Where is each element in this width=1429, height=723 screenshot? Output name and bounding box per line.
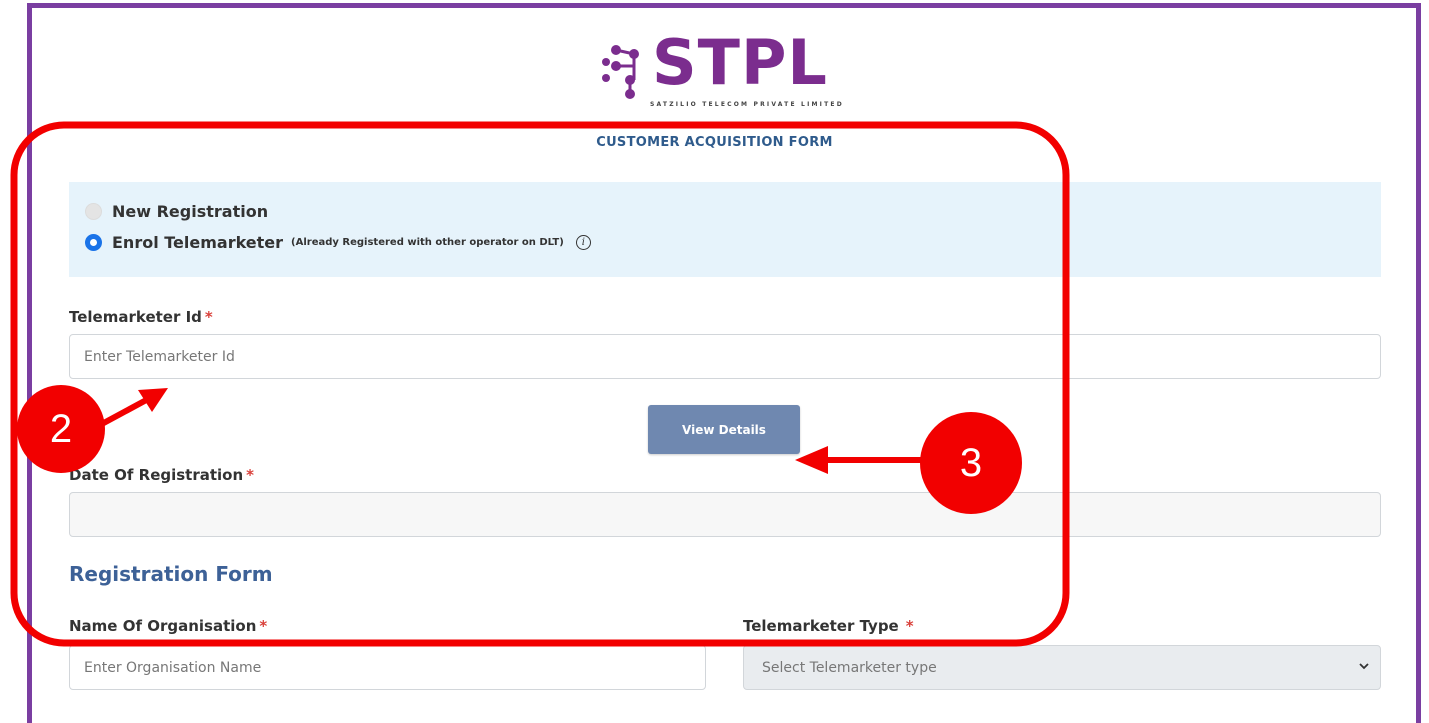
telemarketer-id-placeholder: Enter Telemarketer Id [84,348,235,365]
company-logo: STPL SATZILIO TELECOM PRIVATE LIMITED [600,28,850,108]
required-marker: * [204,308,213,326]
telemarketer-type-selected: Select Telemarketer type [762,659,937,676]
required-marker: * [905,617,914,635]
organisation-name-placeholder: Enter Organisation Name [84,659,262,676]
radio-note: (Already Registered with other operator … [291,237,564,248]
required-marker: * [246,466,255,484]
date-of-registration-label: Date Of Registration * [69,466,254,484]
required-marker: * [259,617,268,635]
registration-form-heading: Registration Form [69,562,273,586]
info-icon[interactable]: i [575,235,591,250]
organisation-name-label-text: Name Of Organisation [69,617,257,635]
annotation-badge-2: 2 [17,385,105,473]
telemarketer-id-label-text: Telemarketer Id [69,308,202,326]
radio-label-new-registration: New Registration [112,202,269,221]
telemarketer-id-input[interactable]: Enter Telemarketer Id [69,334,1381,379]
view-details-button[interactable]: View Details [648,405,800,454]
telemarketer-type-label: Telemarketer Type * [743,617,914,635]
form-title: CUSTOMER ACQUISITION FORM [596,135,833,150]
chevron-down-icon [1359,663,1369,670]
registration-type-panel [69,182,1381,277]
radio-selected-icon[interactable] [85,234,102,251]
organisation-name-label: Name Of Organisation * [69,617,267,635]
date-of-registration-input[interactable] [69,492,1381,537]
radio-enrol-telemarketer[interactable]: Enrol Telemarketer (Already Registered w… [85,233,591,252]
radio-new-registration[interactable]: New Registration [85,202,268,221]
date-of-registration-label-text: Date Of Registration [69,466,244,484]
organisation-name-input[interactable]: Enter Organisation Name [69,645,706,690]
telemarketer-type-label-text: Telemarketer Type [743,617,899,635]
network-logo-icon [602,45,639,99]
radio-label-enrol-telemarketer: Enrol Telemarketer [112,233,284,252]
telemarketer-type-select[interactable]: Select Telemarketer type [743,645,1381,690]
logo-brand: STPL [652,26,828,99]
logo-tagline: SATZILIO TELECOM PRIVATE LIMITED [650,101,844,108]
annotation-badge-3: 3 [920,412,1022,514]
radio-unselected-icon[interactable] [85,203,102,220]
telemarketer-id-label: Telemarketer Id * [69,308,213,326]
